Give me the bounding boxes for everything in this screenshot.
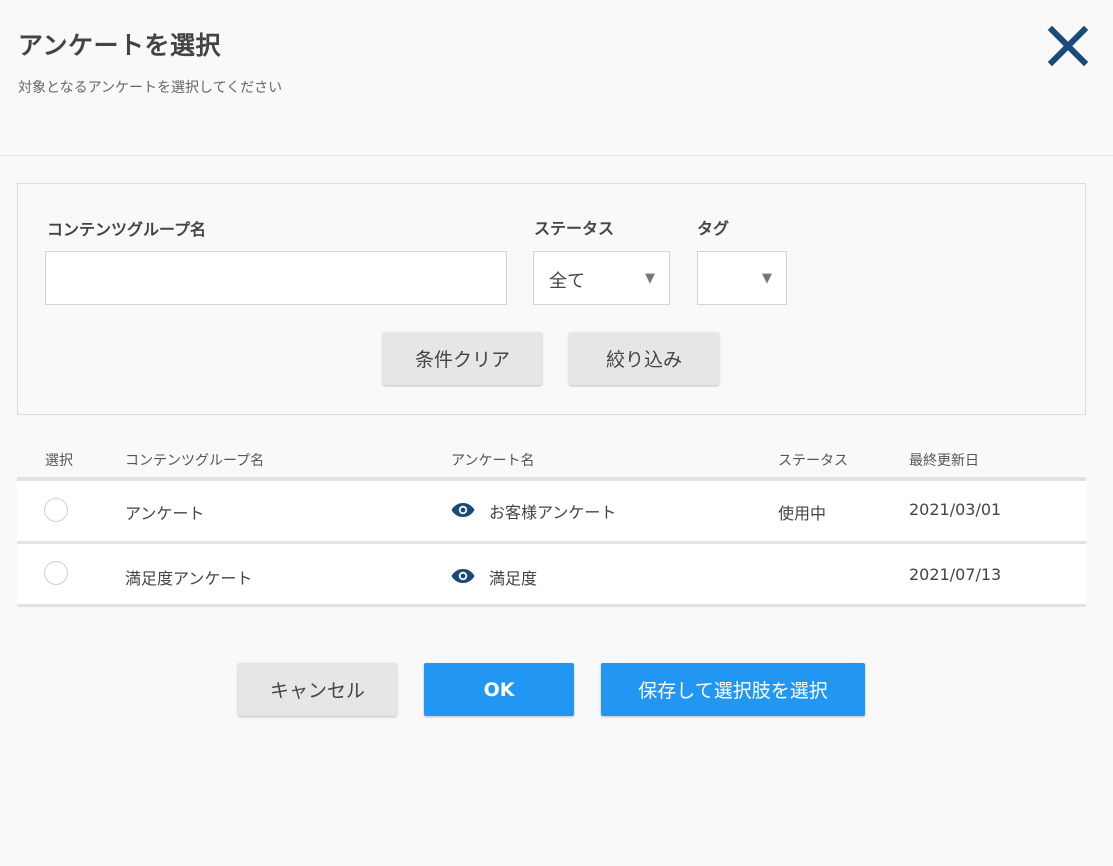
row-updated: 2021/03/01 [909, 500, 1002, 519]
status-label: ステータス [534, 219, 615, 238]
header-survey-name: アンケート名 [451, 453, 535, 469]
tag-select[interactable]: ▼ [697, 251, 787, 305]
status-select-value: 全て [549, 271, 585, 292]
row-survey-name: 満足度 [489, 569, 538, 588]
tag-label: タグ [697, 219, 730, 238]
group-name-label: コンテンツグループ名 [47, 220, 207, 239]
row-divider [17, 604, 1086, 607]
close-icon[interactable] [1046, 24, 1090, 68]
header-status: ステータス [778, 453, 848, 469]
row-group-name: 満足度アンケート [125, 569, 253, 588]
row-updated: 2021/07/13 [909, 565, 1002, 584]
row-status: 使用中 [778, 504, 827, 523]
ok-button[interactable]: OK [424, 663, 574, 716]
dialog-subtitle: 対象となるアンケートを選択してください [18, 80, 283, 96]
row-radio[interactable] [44, 498, 68, 522]
eye-icon[interactable] [451, 502, 475, 518]
dropdown-arrow-icon: ▼ [762, 271, 772, 286]
clear-conditions-button[interactable]: 条件クリア [383, 332, 542, 385]
row-survey-name: お客様アンケート [489, 503, 617, 522]
row-group-name: アンケート [125, 504, 205, 523]
filter-panel: コンテンツグループ名 ステータス タグ 全て ▼ ▼ 条件クリア 絞り込み [17, 183, 1086, 415]
table-row[interactable]: 満足度アンケート 満足度 2021/07/13 [17, 544, 1086, 604]
filter-button[interactable]: 絞り込み [569, 332, 719, 385]
save-and-select-options-button[interactable]: 保存して選択肢を選択 [601, 663, 865, 716]
header-updated: 最終更新日 [909, 453, 979, 469]
group-name-input[interactable] [45, 251, 507, 305]
eye-icon[interactable] [451, 568, 475, 584]
table-row[interactable]: アンケート お客様アンケート 使用中 2021/03/01 [17, 481, 1086, 541]
header-group-name: コンテンツグループ名 [125, 453, 265, 469]
header-select: 選択 [45, 453, 73, 469]
dropdown-arrow-icon: ▼ [645, 271, 655, 286]
row-radio[interactable] [44, 561, 68, 585]
dialog-title: アンケートを選択 [18, 31, 222, 60]
header-divider [0, 155, 1113, 156]
status-select[interactable]: 全て ▼ [533, 251, 670, 305]
cancel-button[interactable]: キャンセル [238, 663, 397, 716]
